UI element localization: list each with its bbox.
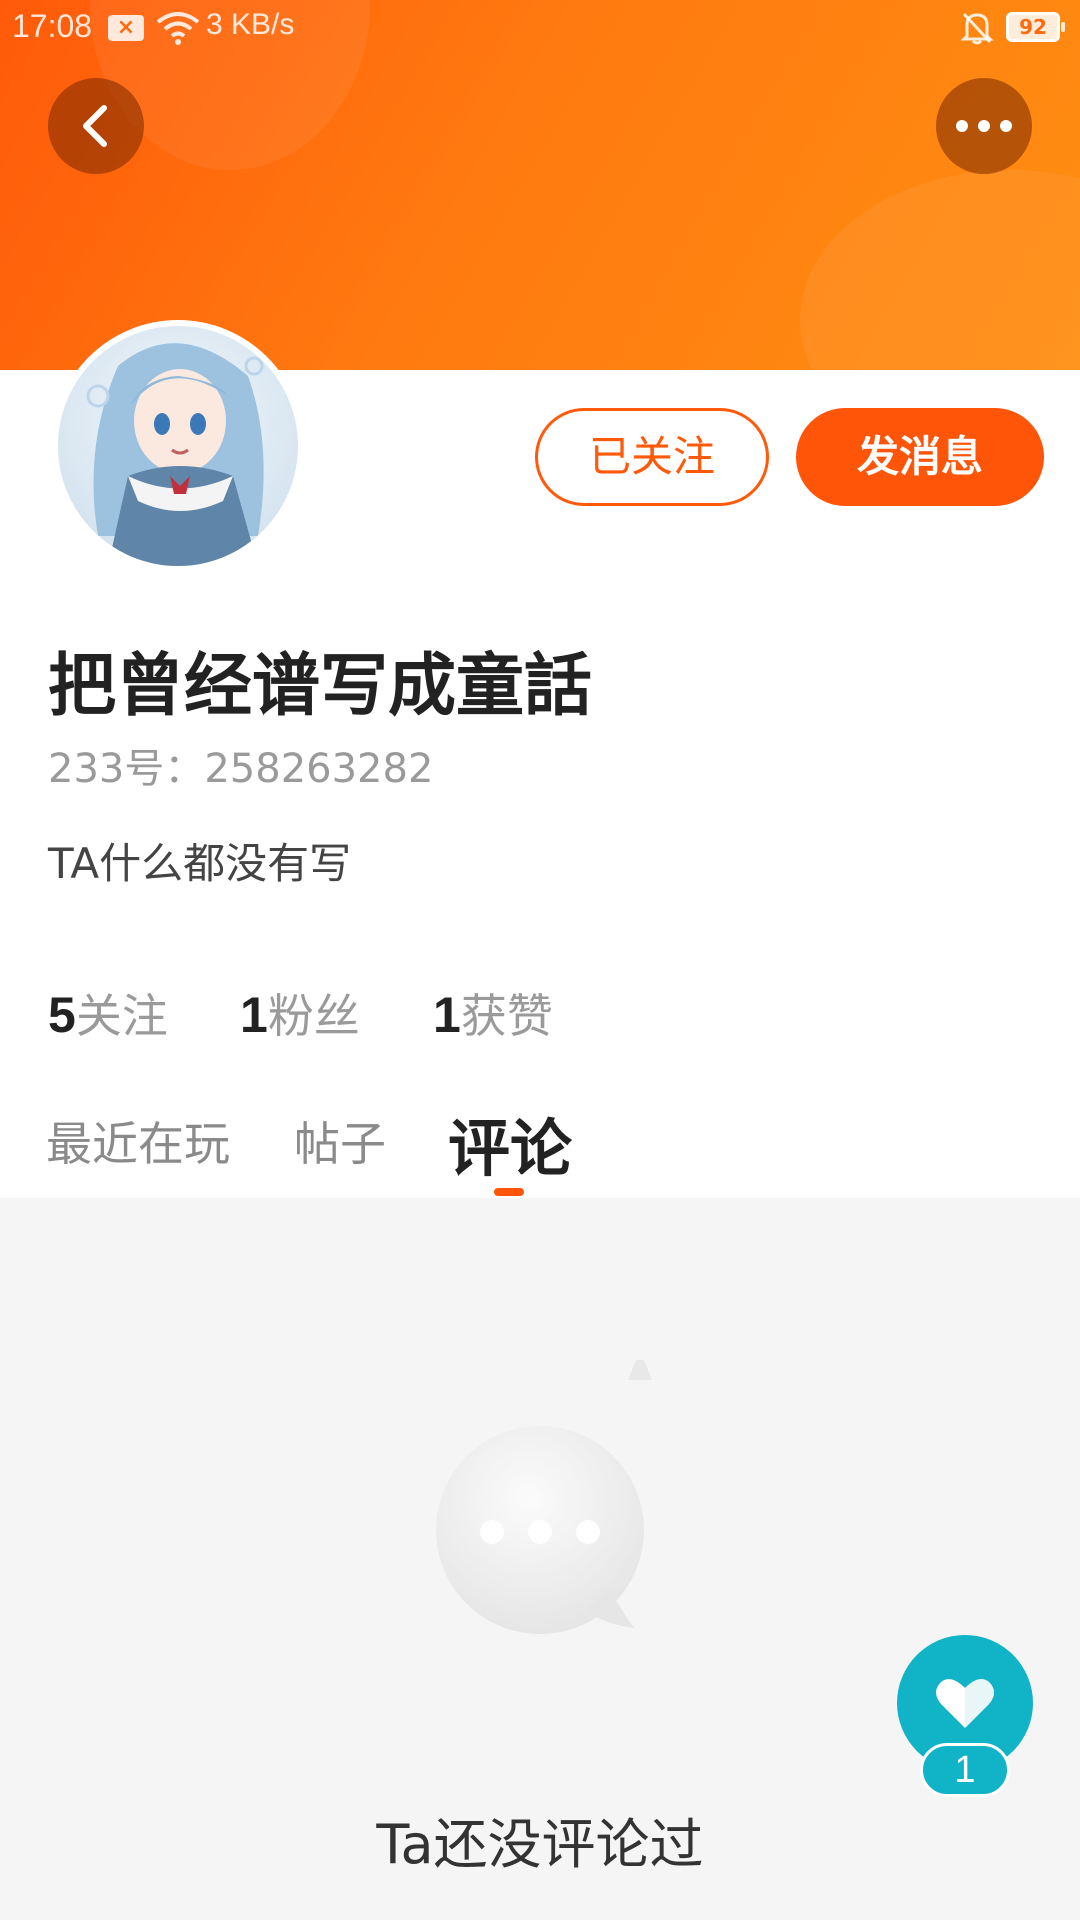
following-stat[interactable]: 5关注 [48, 980, 168, 1046]
wifi-icon [156, 12, 200, 45]
following-count: 5 [48, 987, 76, 1043]
back-button[interactable] [48, 78, 144, 174]
tab-recently-played[interactable]: 最近在玩 [46, 1108, 230, 1174]
status-bar: 17:08 × 3 KB/s 92 [0, 0, 1080, 56]
avatar[interactable] [52, 320, 304, 572]
more-horizontal-icon [956, 120, 1012, 132]
chevron-left-icon [83, 105, 107, 147]
like-count-badge: 1 [920, 1743, 1010, 1797]
fans-count: 1 [240, 987, 268, 1043]
avatar-image [58, 326, 298, 566]
more-button[interactable] [936, 78, 1032, 174]
user-id: 233号：258263282 [48, 746, 434, 792]
following-label: 关注 [75, 989, 168, 1043]
status-time: 17:08 [12, 8, 93, 44]
profile-tabs: 最近在玩 帖子 评论 [0, 1090, 1080, 1198]
likes-label: 获赞 [460, 989, 553, 1043]
network-speed: 3 KB/s [206, 8, 295, 41]
followed-button[interactable]: 已关注 [535, 408, 769, 506]
user-bio: TA什么都没有写 [48, 839, 352, 888]
heart-icon [936, 1679, 994, 1728]
active-tab-indicator [494, 1188, 524, 1196]
tab-comments[interactable]: 评论 [448, 1098, 572, 1188]
likes-stat[interactable]: 1获赞 [433, 980, 553, 1046]
user-nickname: 把曾经谱写成童話 [48, 647, 593, 726]
notification-icon: × [108, 15, 144, 41]
fans-stat[interactable]: 1粉丝 [240, 980, 360, 1046]
empty-state-text: Ta还没评论过 [376, 1813, 704, 1876]
likes-count: 1 [433, 987, 461, 1043]
fans-label: 粉丝 [267, 989, 360, 1043]
battery-icon: 92 [1006, 12, 1065, 42]
empty-comment-bubble-icon [436, 1360, 652, 1634]
tab-posts[interactable]: 帖子 [294, 1108, 386, 1174]
send-message-button[interactable]: 发消息 [796, 408, 1044, 506]
bell-muted-icon [960, 12, 994, 45]
user-profile-screen: 17:08 × 3 KB/s 92 已关注 发消息 把曾经谱写成童話 233号：… [0, 0, 1080, 1920]
